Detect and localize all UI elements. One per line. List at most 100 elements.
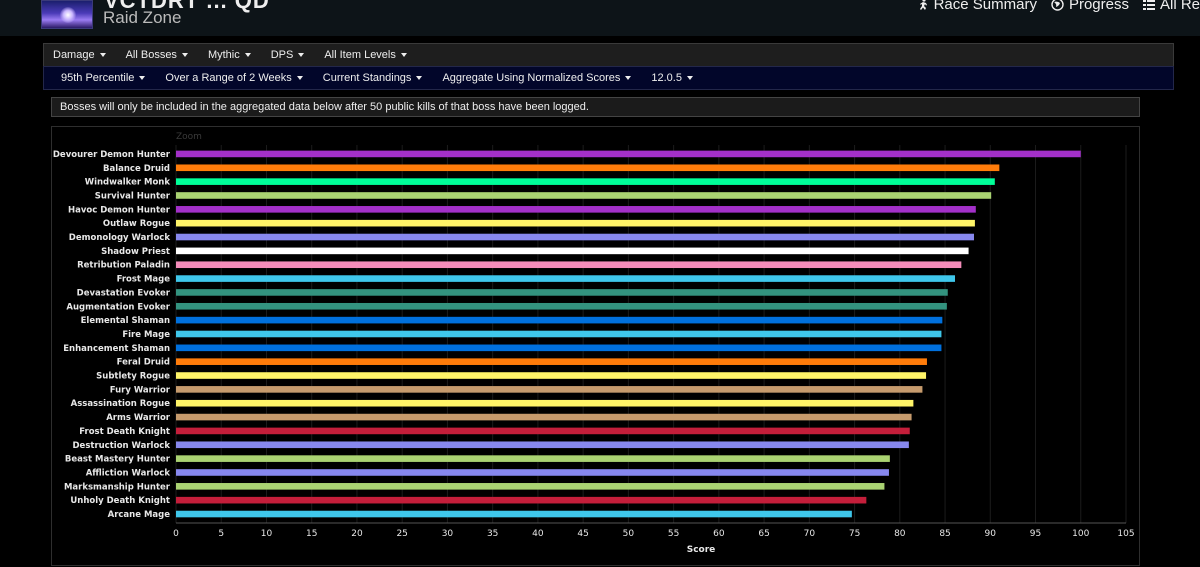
bar	[176, 358, 927, 365]
category-label: Arcane Mage	[108, 510, 171, 520]
x-tick-label: 70	[804, 529, 816, 539]
patch-dropdown[interactable]: 12.0.5	[641, 72, 703, 84]
x-tick-label: 30	[442, 529, 454, 539]
score-bar-chart: Zoom Devourer Demon Hunter Balance Druid Wi…	[53, 132, 1135, 555]
bar	[176, 344, 942, 352]
category-label: Affliction Warlock	[86, 468, 171, 478]
x-axis-title: Score	[687, 545, 716, 555]
bar	[176, 261, 962, 269]
role-dropdown[interactable]: DPS	[261, 49, 315, 61]
bar	[176, 386, 923, 393]
x-tick-label: 95	[1030, 529, 1041, 539]
bar	[176, 372, 927, 379]
bar	[176, 178, 995, 185]
bar	[176, 206, 976, 213]
caret-down-icon	[181, 53, 188, 57]
list-icon	[1142, 0, 1155, 10]
category-label: Arms Warrior	[106, 413, 171, 423]
standings-dropdown[interactable]: Current Standings	[313, 72, 433, 84]
caret-down-icon	[400, 53, 407, 57]
bar	[176, 469, 889, 476]
item-level-dropdown[interactable]: All Item Levels	[314, 49, 417, 61]
top-nav: Race Summary Progress All Re	[917, 0, 1200, 13]
bar	[176, 496, 867, 504]
caret-down-icon	[298, 53, 305, 57]
x-tick-label: 15	[306, 529, 317, 539]
bar	[176, 427, 910, 435]
secondary-filter-bar: 95th Percentile Over a Range of 2 Weeks …	[43, 66, 1174, 90]
bar	[176, 316, 943, 324]
caret-down-icon	[99, 53, 106, 57]
caret-down-icon	[296, 76, 303, 80]
boss-dropdown[interactable]: All Bosses	[116, 49, 198, 61]
category-label: Enhancement Shaman	[63, 344, 170, 354]
x-tick-label: 5	[218, 529, 224, 539]
progress-link[interactable]: Progress	[1051, 0, 1129, 13]
category-label: Devourer Demon Hunter	[53, 150, 171, 160]
notice-banner: Bosses will only be included in the aggr…	[51, 97, 1140, 117]
bar	[176, 192, 992, 199]
caret-down-icon	[139, 76, 146, 80]
x-tick-label: 65	[758, 529, 769, 539]
category-label: Devastation Evoker	[77, 288, 171, 298]
percentile-dropdown[interactable]: 95th Percentile	[44, 72, 155, 84]
x-tick-label: 50	[623, 529, 635, 539]
zone-label: Raid Zone	[103, 8, 182, 27]
zone-icon	[41, 0, 93, 29]
category-label: Elemental Shaman	[81, 316, 170, 326]
bar	[176, 483, 885, 490]
bar	[176, 219, 975, 227]
bar	[176, 302, 947, 310]
category-label: Subtlety Rogue	[96, 372, 170, 382]
x-tick-label: 25	[396, 529, 407, 539]
category-label: Unholy Death Knight	[70, 496, 170, 506]
x-tick-label: 35	[487, 529, 498, 539]
x-tick-label: 55	[668, 529, 679, 539]
category-label: Outlaw Rogue	[103, 219, 170, 229]
category-label: Assassination Rogue	[71, 399, 171, 409]
x-tick-label: 45	[577, 529, 588, 539]
category-label: Destruction Warlock	[73, 441, 171, 451]
all-reports-link[interactable]: All Re	[1142, 0, 1200, 13]
caret-down-icon	[416, 76, 423, 80]
caret-down-icon	[686, 76, 693, 80]
category-label: Fire Mage	[122, 330, 170, 340]
x-tick-label: 100	[1072, 529, 1089, 539]
x-tick-label: 105	[1117, 529, 1134, 539]
difficulty-dropdown[interactable]: Mythic	[198, 49, 261, 61]
race-summary-link[interactable]: Race Summary	[917, 0, 1037, 13]
category-label: Marksmanship Hunter	[64, 482, 171, 492]
x-tick-label: 80	[894, 529, 906, 539]
category-label: Frost Death Knight	[79, 427, 170, 437]
bar	[176, 510, 852, 518]
category-label: Augmentation Evoker	[66, 302, 170, 312]
category-label: Feral Druid	[117, 358, 170, 368]
bar	[176, 455, 890, 462]
category-label: Retribution Paladin	[77, 261, 170, 271]
bar	[176, 413, 912, 421]
primary-filter-bar: Damage All Bosses Mythic DPS All Item Le…	[43, 43, 1174, 67]
category-label: Frost Mage	[117, 275, 171, 285]
category-label: Fury Warrior	[110, 385, 171, 395]
bar	[176, 233, 974, 241]
bar	[176, 441, 909, 449]
category-label: Shadow Priest	[101, 247, 170, 257]
x-tick-label: 10	[261, 529, 273, 539]
x-tick-label: 75	[849, 529, 860, 539]
metric-type-dropdown[interactable]: Damage	[44, 49, 116, 61]
bar	[176, 247, 969, 255]
x-tick-label: 20	[351, 529, 363, 539]
bar	[176, 330, 942, 338]
bar	[176, 150, 1081, 158]
site-header: VCTDRT ... QD Raid Zone Race Summary Pro…	[0, 0, 1200, 36]
bar	[176, 275, 955, 282]
category-label: Windwalker Monk	[85, 178, 171, 188]
category-label: Survival Hunter	[95, 191, 171, 201]
category-label: Beast Mastery Hunter	[65, 455, 171, 465]
category-label: Havoc Demon Hunter	[68, 205, 171, 215]
caret-down-icon	[625, 76, 632, 80]
time-range-dropdown[interactable]: Over a Range of 2 Weeks	[155, 72, 312, 84]
x-tick-label: 85	[939, 529, 950, 539]
x-tick-label: 90	[985, 529, 997, 539]
aggregation-dropdown[interactable]: Aggregate Using Normalized Scores	[432, 72, 641, 84]
